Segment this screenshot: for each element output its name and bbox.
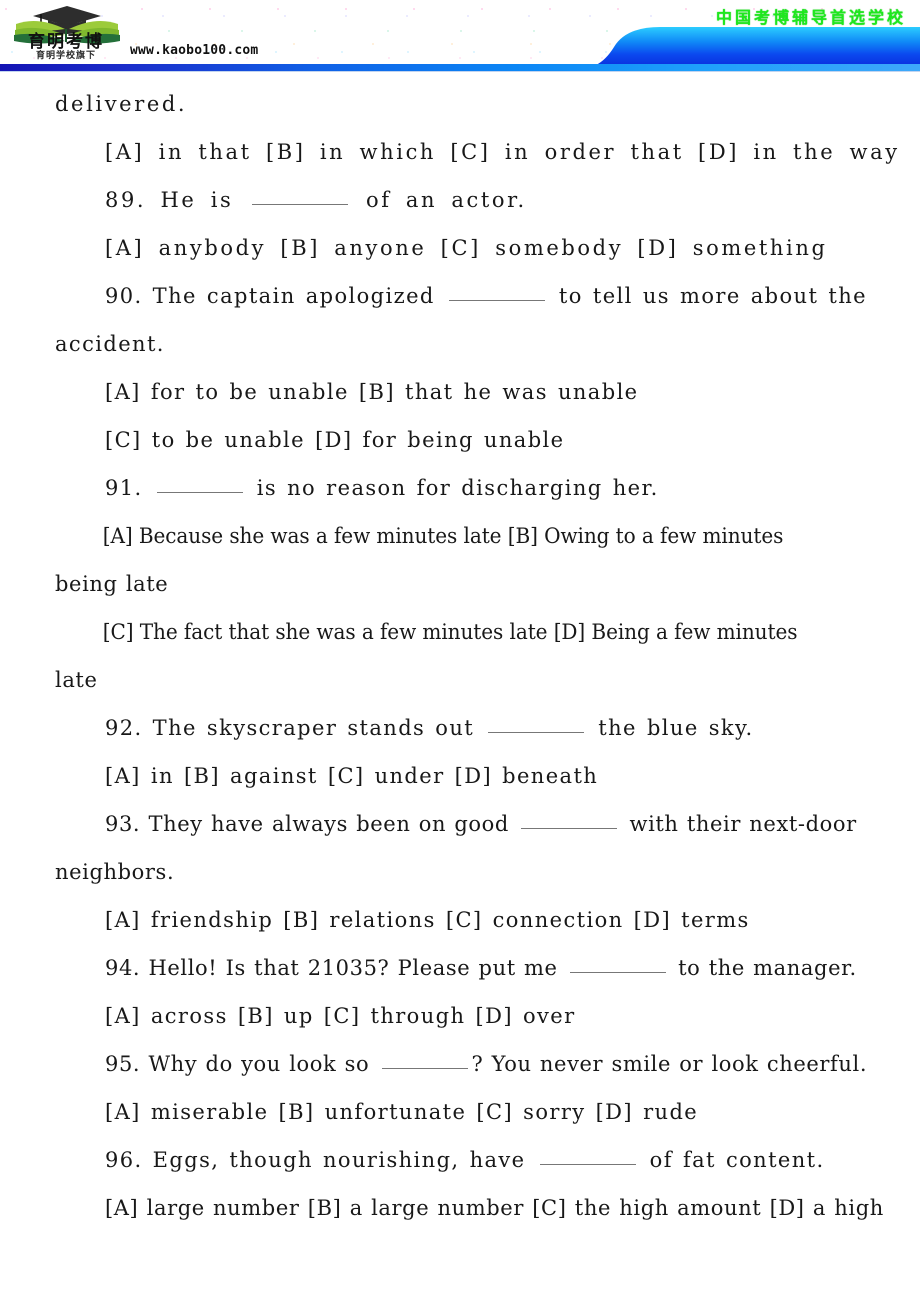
question-stem-after-blank: of an actor. (351, 188, 527, 212)
question-text-line: 94. Hello! Is that 21035? Please put me … (55, 944, 865, 992)
answer-blank[interactable] (569, 956, 666, 973)
option-text-line: [C] to be unable [D] for being unable (105, 428, 565, 452)
question-text-line: 95. Why do you look so ? You never smile… (55, 1040, 868, 1088)
question-block: 90. The captain apologized to tell us mo… (55, 272, 867, 368)
logo-brand-text: 育明考博 (28, 32, 104, 52)
question-text-line: 89. He is of an actor. (55, 176, 865, 224)
exam-paper-body: delivered. [A] in that [B] in which [C] … (0, 72, 920, 1232)
option-text-line: [A] Because she was a few minutes late [… (102, 524, 784, 548)
answer-blank[interactable] (156, 476, 243, 493)
question-stem-before-blank: 90. The captain apologized (105, 284, 445, 308)
question-stem-after-blank: the blue sky. (588, 716, 754, 740)
question-list: [A] in that [B] in which [C] in order th… (55, 128, 900, 1232)
promo-banner-text: 中国考博辅导首选学校 (715, 8, 906, 27)
question-stem-after-blank: with their next-door (621, 812, 857, 836)
answer-blank[interactable] (448, 284, 545, 301)
options-block: [A] large number [B] a large number [C] … (55, 1184, 884, 1232)
question-text-line: neighbors. (55, 860, 175, 884)
options-block: [A] Because she was a few minutes late [… (55, 512, 865, 704)
question-stem-before-blank: 92. The skyscraper stands out (105, 716, 485, 740)
question-stem-after-blank: to the manager. (669, 956, 857, 980)
question-text-line: accident. (55, 332, 165, 356)
answer-blank[interactable] (521, 812, 618, 829)
options-block: [A] across [B] up [C] through [D] over (55, 992, 865, 1040)
question-stem-before-blank: 91. (105, 476, 153, 500)
question-stem-before-blank: 96. Eggs, though nourishing, have (105, 1148, 536, 1172)
question-block: 93. They have always been on good with t… (55, 800, 865, 896)
question-text-line: 91. is no reason for discharging her. (55, 464, 865, 512)
option-text-line: [A] in [B] against [C] under [D] beneath (105, 764, 599, 788)
question-text-line: 90. The captain apologized to tell us mo… (55, 272, 867, 320)
options-block: [A] in that [B] in which [C] in order th… (55, 128, 900, 176)
option-text-line: [C] The fact that she was a few minutes … (102, 620, 798, 644)
question-stem-before-blank: 89. He is (105, 188, 248, 212)
option-text-line: [A] miserable [B] unfortunate [C] sorry … (105, 1100, 699, 1124)
answer-blank[interactable] (488, 716, 585, 733)
option-text-line: [A] anybody [B] anyone [C] somebody [D] … (105, 236, 828, 260)
answer-blank[interactable] (539, 1148, 636, 1165)
question-stem-after-blank: is no reason for discharging her. (246, 476, 659, 500)
option-text-line: [A] large number [B] a large number [C] … (105, 1196, 884, 1220)
options-block: [A] for to be unable [B] that he was una… (55, 368, 865, 464)
option-text-line: late (55, 668, 98, 692)
question-stem-before-blank: 93. They have always been on good (105, 812, 518, 836)
option-text-line: [A] in that [B] in which [C] in order th… (105, 140, 900, 164)
answer-blank[interactable] (381, 1052, 468, 1069)
question-stem-after-blank: to tell us more about the (548, 284, 867, 308)
question-stem-before-blank: 95. Why do you look so (105, 1052, 378, 1076)
option-text-line: [A] for to be unable [B] that he was una… (105, 380, 639, 404)
question-block: 95. Why do you look so ? You never smile… (55, 1040, 868, 1088)
question-block: 94. Hello! Is that 21035? Please put me … (55, 944, 865, 992)
options-block: [A] friendship [B] relations [C] connect… (55, 896, 865, 944)
site-url-text: www.kaobo100.com (130, 43, 259, 58)
question-block: 91. is no reason for discharging her. (55, 464, 865, 512)
question-stem-after-blank: of fat content. (639, 1148, 825, 1172)
question-block: 92. The skyscraper stands out the blue s… (55, 704, 865, 752)
option-text-line: [A] friendship [B] relations [C] connect… (105, 908, 750, 932)
continuation-line: delivered. (55, 92, 188, 116)
promo-banner (596, 27, 920, 65)
options-block: [A] in [B] against [C] under [D] beneath (55, 752, 865, 800)
page-header: 育明考博 育明学校旗下 www.kaobo100.com 中国考博辅导首选学校 (0, 0, 920, 72)
question-block: 96. Eggs, though nourishing, have of fat… (55, 1136, 865, 1184)
question-block: 89. He is of an actor. (55, 176, 865, 224)
logo-subtitle-text: 育明学校旗下 (35, 51, 96, 61)
question-text-line: 92. The skyscraper stands out the blue s… (55, 704, 865, 752)
options-block: [A] anybody [B] anyone [C] somebody [D] … (55, 224, 865, 272)
question-text-line: 96. Eggs, though nourishing, have of fat… (55, 1136, 865, 1184)
option-text-line: [A] across [B] up [C] through [D] over (105, 1004, 576, 1028)
answer-blank[interactable] (251, 188, 348, 205)
question-stem-before-blank: 94. Hello! Is that 21035? Please put me (105, 956, 566, 980)
header-divider-rule (0, 64, 920, 71)
options-block: [A] miserable [B] unfortunate [C] sorry … (55, 1088, 865, 1136)
question-text-line: 93. They have always been on good with t… (55, 800, 865, 848)
question-stem-after-blank: ? You never smile or look cheerful. (471, 1052, 868, 1076)
option-text-line: being late (55, 572, 169, 596)
